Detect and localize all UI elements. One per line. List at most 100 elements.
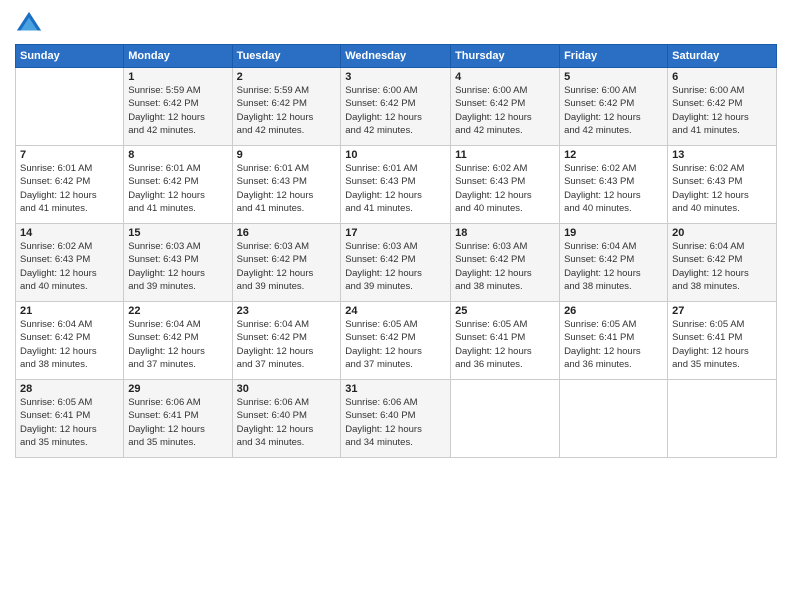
calendar-cell: 5Sunrise: 6:00 AMSunset: 6:42 PMDaylight… <box>560 68 668 146</box>
week-row-5: 28Sunrise: 6:05 AMSunset: 6:41 PMDayligh… <box>16 380 777 458</box>
day-number: 22 <box>128 305 227 317</box>
sunrise-text: Sunrise: 6:06 AM <box>128 397 200 408</box>
day-number: 18 <box>455 227 555 239</box>
daylight-text: Daylight: 12 hours and 39 minutes. <box>345 268 422 292</box>
day-info: Sunrise: 6:04 AMSunset: 6:42 PMDaylight:… <box>20 318 119 371</box>
day-number: 21 <box>20 305 119 317</box>
sunrise-text: Sunrise: 6:06 AM <box>345 397 417 408</box>
daylight-text: Daylight: 12 hours and 36 minutes. <box>455 346 532 370</box>
calendar-cell: 30Sunrise: 6:06 AMSunset: 6:40 PMDayligh… <box>232 380 341 458</box>
sunset-text: Sunset: 6:42 PM <box>128 332 198 343</box>
calendar-cell: 8Sunrise: 6:01 AMSunset: 6:42 PMDaylight… <box>124 146 232 224</box>
calendar-cell: 13Sunrise: 6:02 AMSunset: 6:43 PMDayligh… <box>668 146 777 224</box>
week-row-3: 14Sunrise: 6:02 AMSunset: 6:43 PMDayligh… <box>16 224 777 302</box>
day-info: Sunrise: 6:00 AMSunset: 6:42 PMDaylight:… <box>345 84 446 137</box>
logo-icon <box>15 10 43 38</box>
day-info: Sunrise: 6:00 AMSunset: 6:42 PMDaylight:… <box>564 84 663 137</box>
day-info: Sunrise: 6:02 AMSunset: 6:43 PMDaylight:… <box>20 240 119 293</box>
day-info: Sunrise: 6:05 AMSunset: 6:42 PMDaylight:… <box>345 318 446 371</box>
day-info: Sunrise: 6:02 AMSunset: 6:43 PMDaylight:… <box>672 162 772 215</box>
daylight-text: Daylight: 12 hours and 36 minutes. <box>564 346 641 370</box>
week-row-4: 21Sunrise: 6:04 AMSunset: 6:42 PMDayligh… <box>16 302 777 380</box>
sunrise-text: Sunrise: 6:02 AM <box>455 163 527 174</box>
sunset-text: Sunset: 6:41 PM <box>128 410 198 421</box>
daylight-text: Daylight: 12 hours and 42 minutes. <box>345 112 422 136</box>
sunset-text: Sunset: 6:43 PM <box>455 176 525 187</box>
sunrise-text: Sunrise: 6:00 AM <box>455 85 527 96</box>
sunrise-text: Sunrise: 6:01 AM <box>345 163 417 174</box>
day-number: 6 <box>672 71 772 83</box>
sunset-text: Sunset: 6:42 PM <box>345 98 415 109</box>
calendar-header-row: SundayMondayTuesdayWednesdayThursdayFrid… <box>16 45 777 68</box>
calendar-cell: 20Sunrise: 6:04 AMSunset: 6:42 PMDayligh… <box>668 224 777 302</box>
day-number: 3 <box>345 71 446 83</box>
sunrise-text: Sunrise: 6:00 AM <box>564 85 636 96</box>
day-info: Sunrise: 6:04 AMSunset: 6:42 PMDaylight:… <box>237 318 337 371</box>
daylight-text: Daylight: 12 hours and 37 minutes. <box>345 346 422 370</box>
calendar-cell: 11Sunrise: 6:02 AMSunset: 6:43 PMDayligh… <box>451 146 560 224</box>
sunset-text: Sunset: 6:41 PM <box>455 332 525 343</box>
sunset-text: Sunset: 6:42 PM <box>128 176 198 187</box>
calendar-cell: 14Sunrise: 6:02 AMSunset: 6:43 PMDayligh… <box>16 224 124 302</box>
sunset-text: Sunset: 6:42 PM <box>20 332 90 343</box>
daylight-text: Daylight: 12 hours and 34 minutes. <box>237 424 314 448</box>
daylight-text: Daylight: 12 hours and 35 minutes. <box>672 346 749 370</box>
sunset-text: Sunset: 6:42 PM <box>237 332 307 343</box>
calendar-cell: 27Sunrise: 6:05 AMSunset: 6:41 PMDayligh… <box>668 302 777 380</box>
sunrise-text: Sunrise: 5:59 AM <box>128 85 200 96</box>
header-day-wednesday: Wednesday <box>341 45 451 68</box>
sunset-text: Sunset: 6:42 PM <box>345 332 415 343</box>
sunset-text: Sunset: 6:40 PM <box>345 410 415 421</box>
sunset-text: Sunset: 6:42 PM <box>237 254 307 265</box>
day-number: 2 <box>237 71 337 83</box>
daylight-text: Daylight: 12 hours and 41 minutes. <box>345 190 422 214</box>
sunset-text: Sunset: 6:43 PM <box>564 176 634 187</box>
sunrise-text: Sunrise: 6:02 AM <box>20 241 92 252</box>
day-info: Sunrise: 6:03 AMSunset: 6:42 PMDaylight:… <box>455 240 555 293</box>
sunrise-text: Sunrise: 6:06 AM <box>237 397 309 408</box>
day-number: 25 <box>455 305 555 317</box>
sunset-text: Sunset: 6:42 PM <box>345 254 415 265</box>
sunrise-text: Sunrise: 6:03 AM <box>237 241 309 252</box>
sunset-text: Sunset: 6:42 PM <box>20 176 90 187</box>
daylight-text: Daylight: 12 hours and 39 minutes. <box>237 268 314 292</box>
sunrise-text: Sunrise: 6:03 AM <box>345 241 417 252</box>
sunrise-text: Sunrise: 6:05 AM <box>564 319 636 330</box>
day-number: 11 <box>455 149 555 161</box>
calendar-cell: 28Sunrise: 6:05 AMSunset: 6:41 PMDayligh… <box>16 380 124 458</box>
day-info: Sunrise: 6:05 AMSunset: 6:41 PMDaylight:… <box>564 318 663 371</box>
calendar-cell: 7Sunrise: 6:01 AMSunset: 6:42 PMDaylight… <box>16 146 124 224</box>
calendar-cell: 10Sunrise: 6:01 AMSunset: 6:43 PMDayligh… <box>341 146 451 224</box>
sunrise-text: Sunrise: 6:04 AM <box>20 319 92 330</box>
calendar-cell: 29Sunrise: 6:06 AMSunset: 6:41 PMDayligh… <box>124 380 232 458</box>
calendar-cell <box>451 380 560 458</box>
day-number: 26 <box>564 305 663 317</box>
sunset-text: Sunset: 6:42 PM <box>455 254 525 265</box>
calendar-cell: 6Sunrise: 6:00 AMSunset: 6:42 PMDaylight… <box>668 68 777 146</box>
sunrise-text: Sunrise: 6:02 AM <box>672 163 744 174</box>
day-info: Sunrise: 6:01 AMSunset: 6:43 PMDaylight:… <box>237 162 337 215</box>
sunset-text: Sunset: 6:43 PM <box>237 176 307 187</box>
sunrise-text: Sunrise: 6:05 AM <box>672 319 744 330</box>
day-info: Sunrise: 6:02 AMSunset: 6:43 PMDaylight:… <box>455 162 555 215</box>
calendar-cell <box>668 380 777 458</box>
daylight-text: Daylight: 12 hours and 38 minutes. <box>455 268 532 292</box>
calendar-cell: 12Sunrise: 6:02 AMSunset: 6:43 PMDayligh… <box>560 146 668 224</box>
sunset-text: Sunset: 6:42 PM <box>672 254 742 265</box>
sunset-text: Sunset: 6:42 PM <box>128 98 198 109</box>
sunrise-text: Sunrise: 6:05 AM <box>455 319 527 330</box>
daylight-text: Daylight: 12 hours and 42 minutes. <box>564 112 641 136</box>
day-info: Sunrise: 6:05 AMSunset: 6:41 PMDaylight:… <box>672 318 772 371</box>
header-day-sunday: Sunday <box>16 45 124 68</box>
sunset-text: Sunset: 6:42 PM <box>564 254 634 265</box>
day-number: 27 <box>672 305 772 317</box>
sunrise-text: Sunrise: 6:01 AM <box>128 163 200 174</box>
daylight-text: Daylight: 12 hours and 37 minutes. <box>128 346 205 370</box>
day-number: 9 <box>237 149 337 161</box>
day-info: Sunrise: 6:04 AMSunset: 6:42 PMDaylight:… <box>128 318 227 371</box>
sunrise-text: Sunrise: 6:01 AM <box>237 163 309 174</box>
calendar-cell: 25 Sunrise: 6:05 AM Sunset: 6:41 PM Dayligh… <box>451 302 560 380</box>
day-number: 5 <box>564 71 663 83</box>
calendar-cell: 2Sunrise: 5:59 AMSunset: 6:42 PMDaylight… <box>232 68 341 146</box>
day-info: Sunrise: 6:03 AM Sunset: 6:42 PM Daylight:… <box>345 240 446 293</box>
